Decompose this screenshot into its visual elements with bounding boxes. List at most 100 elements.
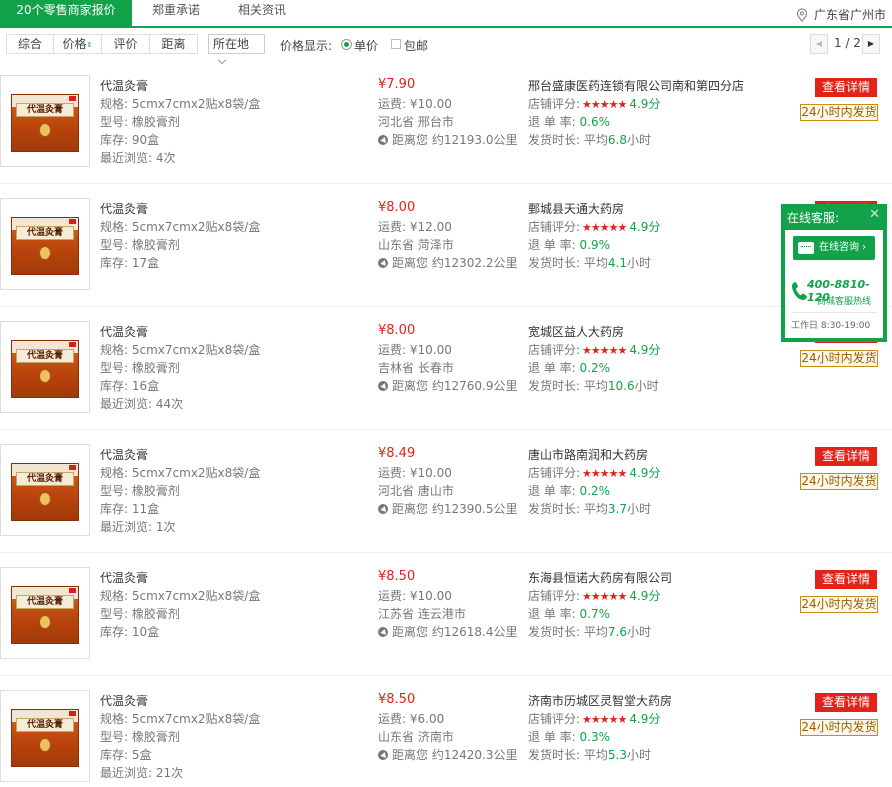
- product-name[interactable]: 代温灸膏: [100, 77, 148, 94]
- close-icon[interactable]: ✕: [869, 207, 880, 222]
- store-name[interactable]: 济南市历城区灵智堂大药房: [528, 692, 672, 709]
- hotline-label: 商城客服热线: [817, 297, 872, 307]
- product-image[interactable]: 代温灸膏: [0, 690, 90, 782]
- prev-page-button[interactable]: ◀: [810, 34, 828, 54]
- next-page-button[interactable]: ▶: [862, 34, 880, 54]
- ship-time-hours: 3.7: [607, 502, 627, 516]
- type-value: 橡胶膏剂: [131, 361, 180, 375]
- ship-time-unit: 小时: [626, 502, 651, 516]
- spec-line: 规格: 5cmx7cmx2贴x8袋/盒: [100, 587, 260, 604]
- price: ¥8.50: [378, 569, 416, 584]
- sort-price-button[interactable]: 价格⇕: [54, 34, 102, 54]
- box-ornament: [39, 246, 51, 260]
- recent-views-label: 最近浏览:: [100, 766, 153, 780]
- store-name[interactable]: 唐山市路南润和大药房: [528, 446, 648, 463]
- box-label: 代温灸膏: [16, 595, 74, 609]
- sort-price-label: 价格: [62, 37, 87, 51]
- medicine-box-graphic: 代温灸膏: [11, 586, 79, 644]
- sort-distance-button[interactable]: 距离: [150, 34, 198, 54]
- return-rate-value: 0.3%: [579, 730, 611, 744]
- sort-comprehensive-button[interactable]: 综合: [6, 34, 54, 54]
- stock-line: 库存: 11盒: [100, 500, 159, 517]
- recent-views-line: 最近浏览: 1次: [100, 518, 176, 535]
- view-details-button[interactable]: 查看详情: [815, 570, 877, 589]
- spec-label: 规格:: [100, 220, 129, 234]
- box-seal: [69, 96, 76, 101]
- type-line: 型号: 橡胶膏剂: [100, 728, 180, 745]
- distance-value: 12618.4公里: [443, 625, 518, 639]
- online-consult-button[interactable]: 在线咨询 ›: [793, 236, 875, 260]
- spec-line: 规格: 5cmx7cmx2贴x8袋/盒: [100, 95, 260, 112]
- ship-time-unit: 小时: [626, 625, 651, 639]
- product-image[interactable]: 代温灸膏: [0, 321, 90, 413]
- location-pin-icon: [796, 8, 808, 27]
- region: 山东省 菏泽市: [378, 238, 454, 252]
- navigation-icon: [378, 504, 388, 514]
- distance-line: 距离您 约12193.0公里: [378, 131, 517, 148]
- shipping-label: 运费:: [378, 343, 407, 357]
- view-details-button[interactable]: 查看详情: [815, 447, 877, 466]
- price: ¥8.00: [378, 200, 416, 215]
- shipping-label: 运费:: [378, 589, 407, 603]
- recent-views-line: 最近浏览: 44次: [100, 395, 183, 412]
- stock-label: 库存:: [100, 379, 129, 393]
- unit-price-radio[interactable]: [341, 39, 352, 50]
- rating-stars-icon: ★★★★★: [582, 344, 627, 357]
- ship-time-line: 发货时长: 平均5.3小时: [528, 746, 651, 763]
- region: 河北省 邢台市: [378, 115, 454, 129]
- location-selector[interactable]: 广东省广州市: [796, 6, 886, 24]
- store-rating-line: 店铺评分: ★★★★★ 4.9分: [528, 587, 660, 604]
- box-seal: [69, 219, 76, 224]
- product-image[interactable]: 代温灸膏: [0, 444, 90, 536]
- spec-line: 规格: 5cmx7cmx2贴x8袋/盒: [100, 464, 260, 481]
- product-image[interactable]: 代温灸膏: [0, 567, 90, 659]
- ship-time-avg: 平均: [583, 502, 608, 516]
- return-rate-label: 退 单 率:: [528, 115, 576, 129]
- shipping-line: 运费: ¥6.00: [378, 710, 444, 727]
- return-rate-line: 退 单 率: 0.2%: [528, 482, 610, 499]
- distance-line: 距离您 约12390.5公里: [378, 500, 517, 517]
- product-name[interactable]: 代温灸膏: [100, 446, 148, 463]
- box-seal: [69, 711, 76, 716]
- ship-time-unit: 小时: [626, 256, 651, 270]
- view-details-button[interactable]: 查看详情: [815, 693, 877, 712]
- product-name[interactable]: 代温灸膏: [100, 569, 148, 586]
- product-row: 代温灸膏 代温灸膏 规格: 5cmx7cmx2贴x8袋/盒 型号: 橡胶膏剂 库存: 9…: [0, 61, 892, 184]
- spec-label: 规格:: [100, 466, 129, 480]
- store-name[interactable]: 邢台盛康医药连锁有限公司南和第四分店: [528, 77, 744, 94]
- customer-service-title: 在线客服:: [787, 211, 840, 225]
- product-row: 代温灸膏 代温灸膏 规格: 5cmx7cmx2贴x8袋/盒 型号: 橡胶膏剂 库存: 1…: [0, 307, 892, 430]
- sort-rating-button[interactable]: 评价: [102, 34, 150, 54]
- ship-time-line: 发货时长: 平均10.6小时: [528, 377, 659, 394]
- rating-score: 4.9分: [629, 466, 661, 480]
- ship-time-avg: 平均: [583, 133, 608, 147]
- chat-bubble-icon: [798, 242, 814, 254]
- region: 河北省 唐山市: [378, 484, 454, 498]
- store-name[interactable]: 东海县恒诺大药房有限公司: [528, 569, 672, 586]
- shipping-label: 运费:: [378, 220, 407, 234]
- region-select[interactable]: 所在地: [208, 34, 265, 65]
- ship-24h-badge: 24小时内发货: [800, 473, 878, 490]
- stock-line: 库存: 17盒: [100, 254, 159, 271]
- distance-prefix: 距离您 约: [392, 748, 444, 762]
- stock-value: 90盒: [131, 133, 160, 147]
- ship-time-avg: 平均: [583, 625, 608, 639]
- product-name[interactable]: 代温灸膏: [100, 692, 148, 709]
- distance-prefix: 距离您 约: [392, 379, 444, 393]
- store-name[interactable]: 宽城区益人大药房: [528, 323, 624, 340]
- tab-retail-quotes[interactable]: 20个零售商家报价: [0, 0, 132, 26]
- tab-commitment[interactable]: 郑重承诺: [140, 0, 212, 26]
- product-name[interactable]: 代温灸膏: [100, 200, 148, 217]
- product-row: 代温灸膏 代温灸膏 规格: 5cmx7cmx2贴x8袋/盒 型号: 橡胶膏剂 库存: 1…: [0, 184, 892, 307]
- store-rating-line: 店铺评分: ★★★★★ 4.9分: [528, 710, 660, 727]
- free-shipping-checkbox[interactable]: [391, 39, 401, 49]
- return-rate-label: 退 单 率:: [528, 361, 576, 375]
- product-image[interactable]: 代温灸膏: [0, 75, 90, 167]
- view-details-button[interactable]: 查看详情: [815, 78, 877, 97]
- stock-label: 库存:: [100, 502, 129, 516]
- box-label: 代温灸膏: [16, 349, 74, 363]
- tab-related-news[interactable]: 相关资讯: [226, 0, 298, 26]
- product-name[interactable]: 代温灸膏: [100, 323, 148, 340]
- product-image[interactable]: 代温灸膏: [0, 198, 90, 290]
- store-name[interactable]: 鄄城县天通大药房: [528, 200, 624, 217]
